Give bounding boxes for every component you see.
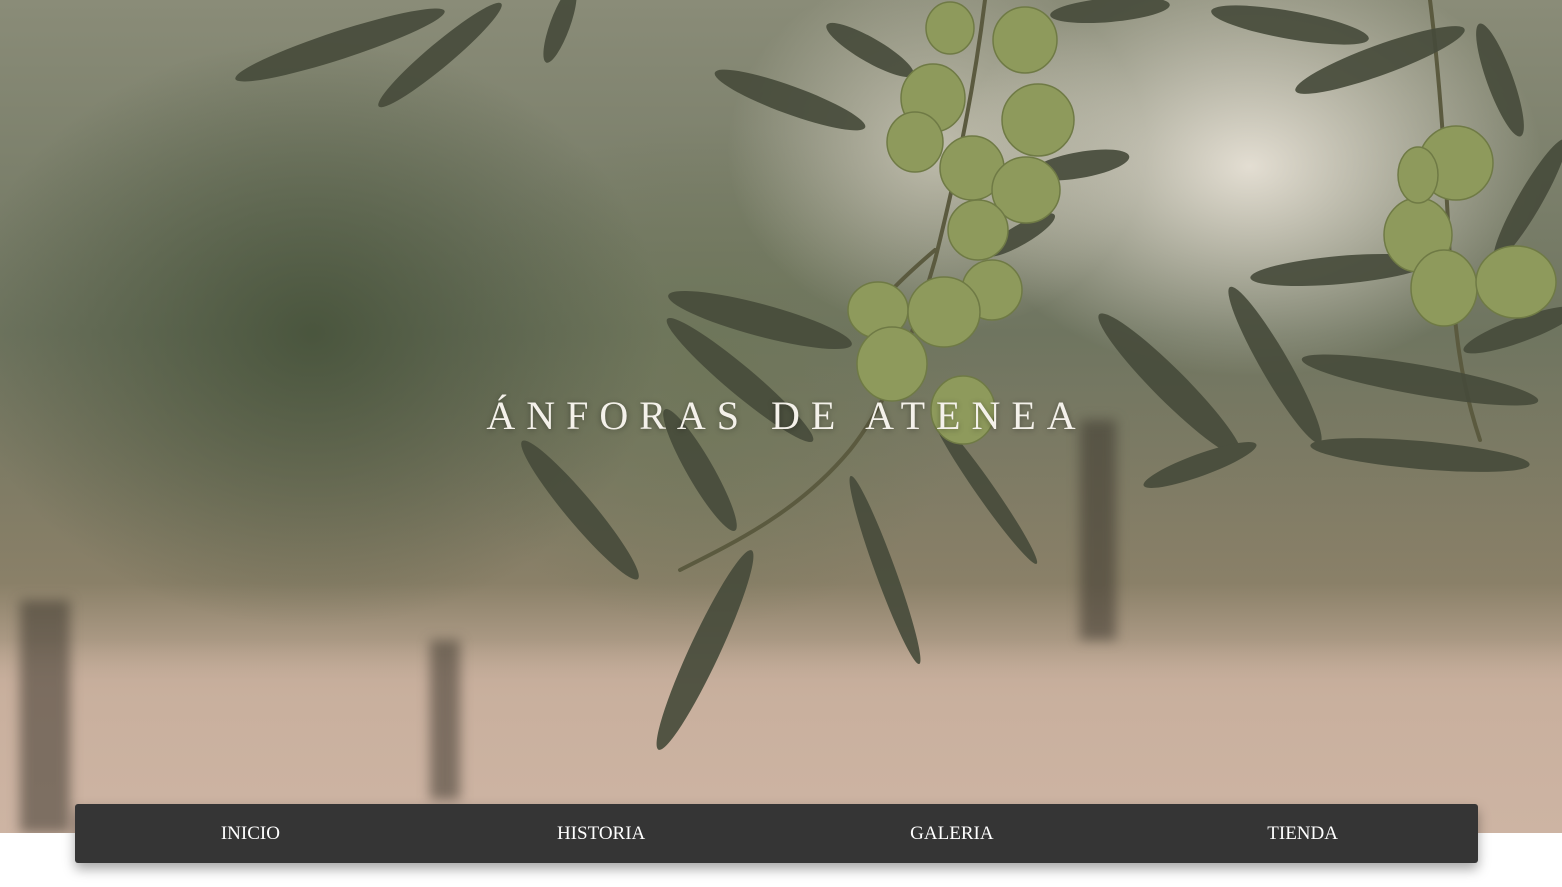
hero-banner: ÁNFORAS DE ATENEA [0, 0, 1562, 833]
site-title: ÁNFORAS DE ATENEA [0, 392, 1562, 439]
nav-item-tienda[interactable]: TIENDA [1127, 804, 1478, 863]
main-navbar: INICIO HISTORIA GALERIA TIENDA [75, 804, 1478, 863]
nav-item-galeria[interactable]: GALERIA [777, 804, 1128, 863]
site-title-text: ÁNFORAS DE ATENEA [486, 393, 1087, 438]
nav-item-historia[interactable]: HISTORIA [426, 804, 777, 863]
nav-item-inicio[interactable]: INICIO [75, 804, 426, 863]
